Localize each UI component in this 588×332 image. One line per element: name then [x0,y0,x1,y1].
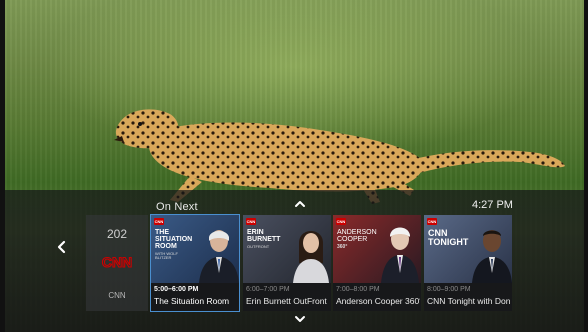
program-meta: 5:00–6:00 PM The Situation Room [151,283,239,311]
program-card[interactable]: CNN ANDERSON COOPER 360° 7:00–8:00 PM An… [333,215,421,311]
program-card[interactable]: CNN THE SITUATION ROOM WITH WOLF BLITZER… [150,214,240,312]
program-card[interactable]: CNN ERIN BURNETT OUTFRONT 6:00–7:00 PM E… [243,215,331,311]
program-title: Erin Burnett OutFront [246,296,327,306]
tv-screen: On Next 4:27 PM 202 CNN CNN CNN THE SITU… [0,0,588,332]
program-art: CNN THE SITUATION ROOM WITH WOLF BLITZER [151,215,239,283]
program-art: CNN ANDERSON COOPER 360° [333,215,421,283]
program-art-title: ANDERSON COOPER 360° [337,229,377,250]
program-meta: 6:00–7:00 PM Erin Burnett OutFront [243,283,331,311]
chevron-down-icon[interactable] [294,314,306,324]
host-portrait [381,227,419,283]
host-portrait [293,231,329,283]
on-next-label: On Next [156,201,198,213]
program-art-title: ERIN BURNETT OUTFRONT [247,229,281,249]
cnn-logo: CNN [101,253,132,270]
program-art: CNN ERIN BURNETT OUTFRONT [243,215,331,283]
program-title: Anderson Cooper 360° [336,296,420,306]
cnn-badge: CNN [336,218,346,225]
frame-edge [584,0,588,332]
host-portrait [472,230,512,283]
program-time: 7:00–8:00 PM [336,286,380,293]
clock: 4:27 PM [472,199,513,211]
program-time: 6:00–7:00 PM [246,286,290,293]
cnn-badge: CNN [427,218,437,225]
program-time: 8:00–9:00 PM [427,286,471,293]
program-art: CNN CNN TONIGHT [424,215,512,283]
program-art-title: CNN TONIGHT [428,228,469,247]
program-time: 5:00–6:00 PM [154,286,199,293]
program-title: The Situation Room [154,296,230,306]
chevron-up-icon[interactable] [294,199,306,209]
program-title: CNN Tonight with Don Lemon [427,296,511,306]
program-art-title: THE SITUATION ROOM WITH WOLF BLITZER [155,229,193,260]
program-meta: 8:00–9:00 PM CNN Tonight with Don Lemon [424,283,512,311]
program-meta: 7:00–8:00 PM Anderson Cooper 360° [333,283,421,311]
channel-number: 202 [106,227,128,241]
cnn-badge: CNN [246,218,256,225]
program-card[interactable]: CNN CNN TONIGHT 8:00–9:00 PM CNN Tonight… [424,215,512,311]
chevron-left-icon[interactable] [56,240,68,254]
host-portrait [199,230,239,283]
cnn-badge: CNN [154,218,164,225]
channel-name: CNN [108,291,126,300]
svg-text:CNN: CNN [102,254,132,270]
channel-tile[interactable]: 202 CNN CNN [86,215,148,311]
